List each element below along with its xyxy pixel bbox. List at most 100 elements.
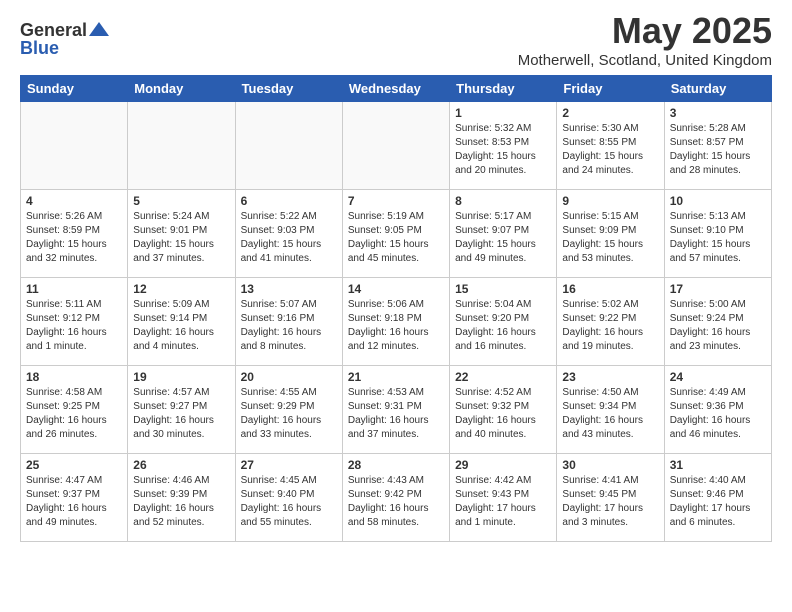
day-cell	[342, 102, 449, 190]
day-info: Sunrise: 4:43 AM Sunset: 9:42 PM Dayligh…	[348, 474, 444, 530]
day-info: Sunrise: 4:47 AM Sunset: 9:37 PM Dayligh…	[26, 474, 122, 530]
logo-blue-text: Blue	[20, 38, 59, 59]
day-number: 3	[670, 106, 766, 120]
weekday-header-friday: Friday	[557, 76, 664, 102]
day-info: Sunrise: 5:30 AM Sunset: 8:55 PM Dayligh…	[562, 122, 658, 178]
day-cell: 3 Sunrise: 5:28 AM Sunset: 8:57 PM Daylig…	[664, 102, 771, 190]
day-cell: 26 Sunrise: 4:46 AM Sunset: 9:39 PM Dayli…	[128, 454, 235, 542]
day-cell: 29 Sunrise: 4:42 AM Sunset: 9:43 PM Dayli…	[450, 454, 557, 542]
day-cell: 23 Sunrise: 4:50 AM Sunset: 9:34 PM Dayli…	[557, 366, 664, 454]
day-cell: 17 Sunrise: 5:00 AM Sunset: 9:24 PM Dayli…	[664, 278, 771, 366]
day-info: Sunrise: 5:11 AM Sunset: 9:12 PM Dayligh…	[26, 298, 122, 354]
day-info: Sunrise: 5:28 AM Sunset: 8:57 PM Dayligh…	[670, 122, 766, 178]
day-cell: 8 Sunrise: 5:17 AM Sunset: 9:07 PM Daylig…	[450, 190, 557, 278]
day-cell: 11 Sunrise: 5:11 AM Sunset: 9:12 PM Dayli…	[21, 278, 128, 366]
location: Motherwell, Scotland, United Kingdom	[518, 52, 772, 69]
day-cell: 30Sunrise: 4:41 AM Sunset: 9:45 PM Dayli…	[557, 454, 664, 542]
day-cell	[128, 102, 235, 190]
day-info: Sunrise: 5:22 AM Sunset: 9:03 PM Dayligh…	[241, 210, 337, 266]
day-cell: 25 Sunrise: 4:47 AM Sunset: 9:37 PM Dayli…	[21, 454, 128, 542]
month-title: May 2025	[518, 10, 772, 52]
day-cell: 10 Sunrise: 5:13 AM Sunset: 9:10 PM Dayli…	[664, 190, 771, 278]
weekday-header-monday: Monday	[128, 76, 235, 102]
week-row-3: 11 Sunrise: 5:11 AM Sunset: 9:12 PM Dayli…	[21, 278, 772, 366]
weekday-header-wednesday: Wednesday	[342, 76, 449, 102]
day-number: 19	[133, 370, 229, 384]
day-cell: 18 Sunrise: 4:58 AM Sunset: 9:25 PM Dayli…	[21, 366, 128, 454]
week-row-1: 1Sunrise: 5:32 AM Sunset: 8:53 PM Daylig…	[21, 102, 772, 190]
day-number: 16	[562, 282, 658, 296]
header: General Blue May 2025 Motherwell, Scotla…	[20, 10, 772, 69]
day-number: 7	[348, 194, 444, 208]
weekday-header-thursday: Thursday	[450, 76, 557, 102]
day-info: Sunrise: 5:17 AM Sunset: 9:07 PM Dayligh…	[455, 210, 551, 266]
day-cell: 14 Sunrise: 5:06 AM Sunset: 9:18 PM Dayli…	[342, 278, 449, 366]
day-number: 27	[241, 458, 337, 472]
day-cell: 1Sunrise: 5:32 AM Sunset: 8:53 PM Daylig…	[450, 102, 557, 190]
logo: General Blue	[20, 18, 111, 59]
day-number: 13	[241, 282, 337, 296]
day-info: Sunrise: 4:40 AM Sunset: 9:46 PM Dayligh…	[670, 474, 766, 530]
day-info: Sunrise: 5:13 AM Sunset: 9:10 PM Dayligh…	[670, 210, 766, 266]
day-info: Sunrise: 5:00 AM Sunset: 9:24 PM Dayligh…	[670, 298, 766, 354]
day-number: 15	[455, 282, 551, 296]
week-row-2: 4Sunrise: 5:26 AM Sunset: 8:59 PM Daylig…	[21, 190, 772, 278]
day-number: 5	[133, 194, 229, 208]
day-cell: 22Sunrise: 4:52 AM Sunset: 9:32 PM Dayli…	[450, 366, 557, 454]
day-cell: 21 Sunrise: 4:53 AM Sunset: 9:31 PM Dayli…	[342, 366, 449, 454]
day-cell	[21, 102, 128, 190]
day-info: Sunrise: 5:19 AM Sunset: 9:05 PM Dayligh…	[348, 210, 444, 266]
day-info: Sunrise: 4:42 AM Sunset: 9:43 PM Dayligh…	[455, 474, 551, 530]
day-cell: 28 Sunrise: 4:43 AM Sunset: 9:42 PM Dayli…	[342, 454, 449, 542]
day-info: Sunrise: 4:49 AM Sunset: 9:36 PM Dayligh…	[670, 386, 766, 442]
day-info: Sunrise: 4:58 AM Sunset: 9:25 PM Dayligh…	[26, 386, 122, 442]
day-number: 21	[348, 370, 444, 384]
day-info: Sunrise: 5:04 AM Sunset: 9:20 PM Dayligh…	[455, 298, 551, 354]
day-info: Sunrise: 4:52 AM Sunset: 9:32 PM Dayligh…	[455, 386, 551, 442]
day-number: 14	[348, 282, 444, 296]
weekday-header-row: SundayMondayTuesdayWednesdayThursdayFrid…	[21, 76, 772, 102]
day-number: 24	[670, 370, 766, 384]
day-number: 9	[562, 194, 658, 208]
day-number: 28	[348, 458, 444, 472]
day-info: Sunrise: 5:06 AM Sunset: 9:18 PM Dayligh…	[348, 298, 444, 354]
week-row-5: 25 Sunrise: 4:47 AM Sunset: 9:37 PM Dayli…	[21, 454, 772, 542]
logo-icon	[87, 18, 111, 42]
day-number: 12	[133, 282, 229, 296]
day-cell: 20Sunrise: 4:55 AM Sunset: 9:29 PM Dayli…	[235, 366, 342, 454]
day-info: Sunrise: 5:26 AM Sunset: 8:59 PM Dayligh…	[26, 210, 122, 266]
day-cell: 7 Sunrise: 5:19 AM Sunset: 9:05 PM Daylig…	[342, 190, 449, 278]
day-cell	[235, 102, 342, 190]
day-number: 23	[562, 370, 658, 384]
week-row-4: 18 Sunrise: 4:58 AM Sunset: 9:25 PM Dayli…	[21, 366, 772, 454]
day-info: Sunrise: 4:50 AM Sunset: 9:34 PM Dayligh…	[562, 386, 658, 442]
day-number: 8	[455, 194, 551, 208]
day-number: 18	[26, 370, 122, 384]
day-cell: 24 Sunrise: 4:49 AM Sunset: 9:36 PM Dayli…	[664, 366, 771, 454]
day-number: 11	[26, 282, 122, 296]
day-number: 10	[670, 194, 766, 208]
day-number: 26	[133, 458, 229, 472]
day-cell: 9Sunrise: 5:15 AM Sunset: 9:09 PM Daylig…	[557, 190, 664, 278]
day-cell: 4Sunrise: 5:26 AM Sunset: 8:59 PM Daylig…	[21, 190, 128, 278]
day-info: Sunrise: 5:02 AM Sunset: 9:22 PM Dayligh…	[562, 298, 658, 354]
day-info: Sunrise: 4:46 AM Sunset: 9:39 PM Dayligh…	[133, 474, 229, 530]
weekday-header-saturday: Saturday	[664, 76, 771, 102]
weekday-header-sunday: Sunday	[21, 76, 128, 102]
day-number: 30	[562, 458, 658, 472]
day-info: Sunrise: 4:57 AM Sunset: 9:27 PM Dayligh…	[133, 386, 229, 442]
day-number: 25	[26, 458, 122, 472]
day-number: 1	[455, 106, 551, 120]
day-number: 29	[455, 458, 551, 472]
day-number: 6	[241, 194, 337, 208]
day-info: Sunrise: 5:24 AM Sunset: 9:01 PM Dayligh…	[133, 210, 229, 266]
title-area: May 2025 Motherwell, Scotland, United Ki…	[518, 10, 772, 69]
day-cell: 12Sunrise: 5:09 AM Sunset: 9:14 PM Dayli…	[128, 278, 235, 366]
day-info: Sunrise: 4:53 AM Sunset: 9:31 PM Dayligh…	[348, 386, 444, 442]
weekday-header-tuesday: Tuesday	[235, 76, 342, 102]
day-number: 17	[670, 282, 766, 296]
day-cell: 6 Sunrise: 5:22 AM Sunset: 9:03 PM Daylig…	[235, 190, 342, 278]
day-info: Sunrise: 4:45 AM Sunset: 9:40 PM Dayligh…	[241, 474, 337, 530]
day-cell: 31Sunrise: 4:40 AM Sunset: 9:46 PM Dayli…	[664, 454, 771, 542]
day-info: Sunrise: 5:07 AM Sunset: 9:16 PM Dayligh…	[241, 298, 337, 354]
